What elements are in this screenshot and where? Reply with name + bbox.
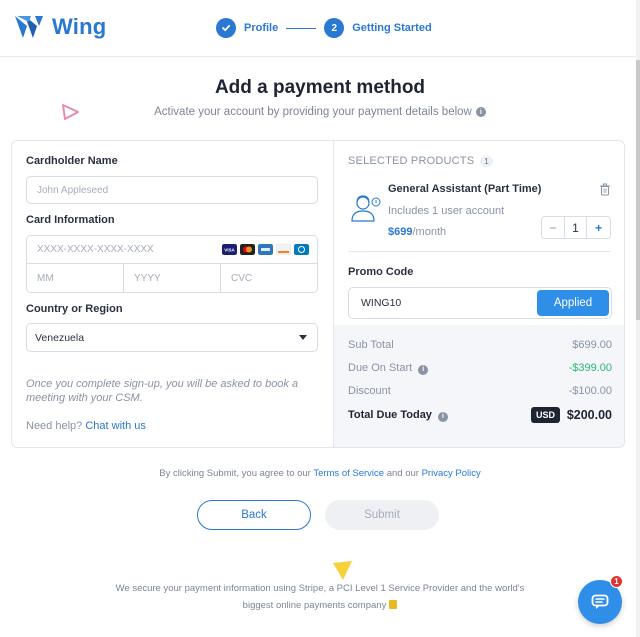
product-description: Includes 1 user account [388, 205, 505, 217]
country-value: Venezuela [35, 331, 85, 344]
selected-products-label: SELECTED PRODUCTS [348, 155, 475, 167]
lock-icon [389, 600, 398, 609]
promo-code-field: WING10 Applied [348, 287, 612, 319]
price-summary: Sub Total $699.00 Due On Start i -$399.0… [334, 325, 624, 447]
visa-icon: VISA [222, 244, 237, 255]
chat-with-us-link[interactable]: Chat with us [85, 420, 146, 432]
applied-button[interactable]: Applied [537, 290, 609, 316]
terms-mid: and our [386, 468, 419, 479]
arrow-decoration-icon [333, 561, 352, 580]
country-select[interactable]: Venezuela [26, 323, 318, 352]
step-number: 2 [324, 18, 345, 38]
info-icon[interactable]: i [475, 107, 486, 117]
step-connector [286, 27, 317, 29]
product-count-badge: 1 [480, 155, 493, 167]
scrollbar-thumb[interactable] [636, 60, 640, 320]
svg-text:VISA: VISA [224, 248, 235, 253]
page-title: Add a payment method [214, 77, 426, 98]
payment-card: Cardholder Name John Appleseed Card Info… [11, 140, 625, 448]
due-on-start-row: Due On Start i -$399.00 [348, 362, 612, 375]
product-price: $699/month [388, 226, 446, 238]
help-text: Need help? [26, 420, 83, 432]
privacy-policy-link[interactable]: Privacy Policy [422, 468, 481, 479]
total-value: $200.00 [566, 408, 612, 422]
divider [348, 251, 610, 252]
info-icon[interactable]: i [418, 364, 429, 375]
order-summary-panel: SELECTED PRODUCTS 1 General Assistant (P… [333, 141, 624, 447]
subtotal-row: Sub Total $699.00 [348, 339, 612, 351]
country-label: Country or Region [26, 303, 123, 315]
expiry-year-input[interactable]: YYYY [124, 264, 221, 292]
check-icon [216, 18, 236, 38]
amex-icon [258, 244, 273, 255]
payment-form: Cardholder Name John Appleseed Card Info… [12, 141, 333, 447]
step-label: Getting Started [352, 22, 432, 34]
security-notice: We secure your payment information using… [110, 580, 530, 614]
currency-badge: USD [530, 407, 560, 423]
total-row: Total Due Today i USD $200.00 [348, 407, 612, 423]
subtotal-label: Sub Total [348, 339, 394, 351]
terms-prefix: By clicking Submit, you agree to our [159, 468, 311, 479]
selected-products-heading: SELECTED PRODUCTS 1 [348, 155, 493, 167]
assistant-avatar-icon [351, 195, 381, 222]
decrement-button[interactable]: − [542, 217, 565, 238]
increment-button[interactable]: + [587, 217, 610, 238]
info-icon[interactable]: i [438, 411, 448, 422]
cardholder-input[interactable]: John Appleseed [26, 176, 318, 204]
subtotal-value: $699.00 [572, 339, 612, 351]
back-button[interactable]: Back [197, 500, 311, 530]
discount-row: Discount -$100.00 [348, 385, 612, 397]
step-profile[interactable]: Profile [216, 18, 278, 38]
cardholder-label: Cardholder Name [26, 155, 118, 167]
promo-code-input[interactable]: WING10 [361, 297, 401, 309]
csm-note: Once you complete sign-up, you will be a… [26, 378, 299, 404]
price-amount: $699 [388, 226, 413, 238]
trash-icon[interactable] [599, 183, 611, 196]
promo-code-label: Promo Code [348, 266, 414, 278]
step-label: Profile [244, 22, 279, 34]
chat-icon [591, 594, 609, 609]
expiry-month-input[interactable]: MM [27, 264, 124, 292]
diners-icon [294, 244, 309, 255]
quantity-value[interactable]: 1 [565, 217, 588, 238]
step-getting-started[interactable]: 2 Getting Started [324, 18, 432, 38]
terms-of-service-link[interactable]: Terms of Service [313, 468, 384, 479]
brand-logo[interactable]: Wing [14, 14, 106, 40]
cvc-input[interactable]: CVC [221, 264, 317, 292]
terms-notice: By clicking Submit, you agree to our Ter… [0, 468, 640, 479]
top-header: Wing Profile 2 Getting Started [0, 0, 640, 57]
discount-value: -$100.00 [568, 385, 612, 397]
help-row: Need help? Chat with us [26, 420, 146, 432]
brand-name: Wing [52, 14, 107, 39]
due-on-start-value: -$399.00 [568, 362, 612, 374]
product-name: General Assistant (Part Time) [388, 183, 542, 195]
card-brands: VISA [222, 244, 309, 255]
notification-badge: 1 [610, 575, 623, 588]
discount-label: Discount [348, 385, 391, 397]
total-label: Total Due Today [348, 409, 432, 421]
submit-button[interactable]: Submit [325, 500, 439, 530]
price-period: /month [412, 226, 447, 238]
progress-steps: Profile 2 Getting Started [216, 18, 432, 38]
due-on-start-label: Due On Start [348, 362, 413, 374]
mastercard-icon [240, 244, 255, 255]
quantity-stepper: − 1 + [541, 216, 611, 239]
wing-logo-icon [15, 16, 43, 38]
subtitle-text: Activate your account by providing your … [154, 106, 472, 118]
discover-icon [276, 244, 291, 255]
caret-down-icon [299, 335, 307, 340]
security-text: We secure your payment information using… [115, 583, 525, 611]
card-info-label: Card Information [26, 214, 115, 226]
card-info-group: XXXX-XXXX-XXXX-XXXX VISA MM YYYY CVC [26, 235, 318, 293]
page-subtitle: Activate your account by providing your … [0, 106, 640, 118]
